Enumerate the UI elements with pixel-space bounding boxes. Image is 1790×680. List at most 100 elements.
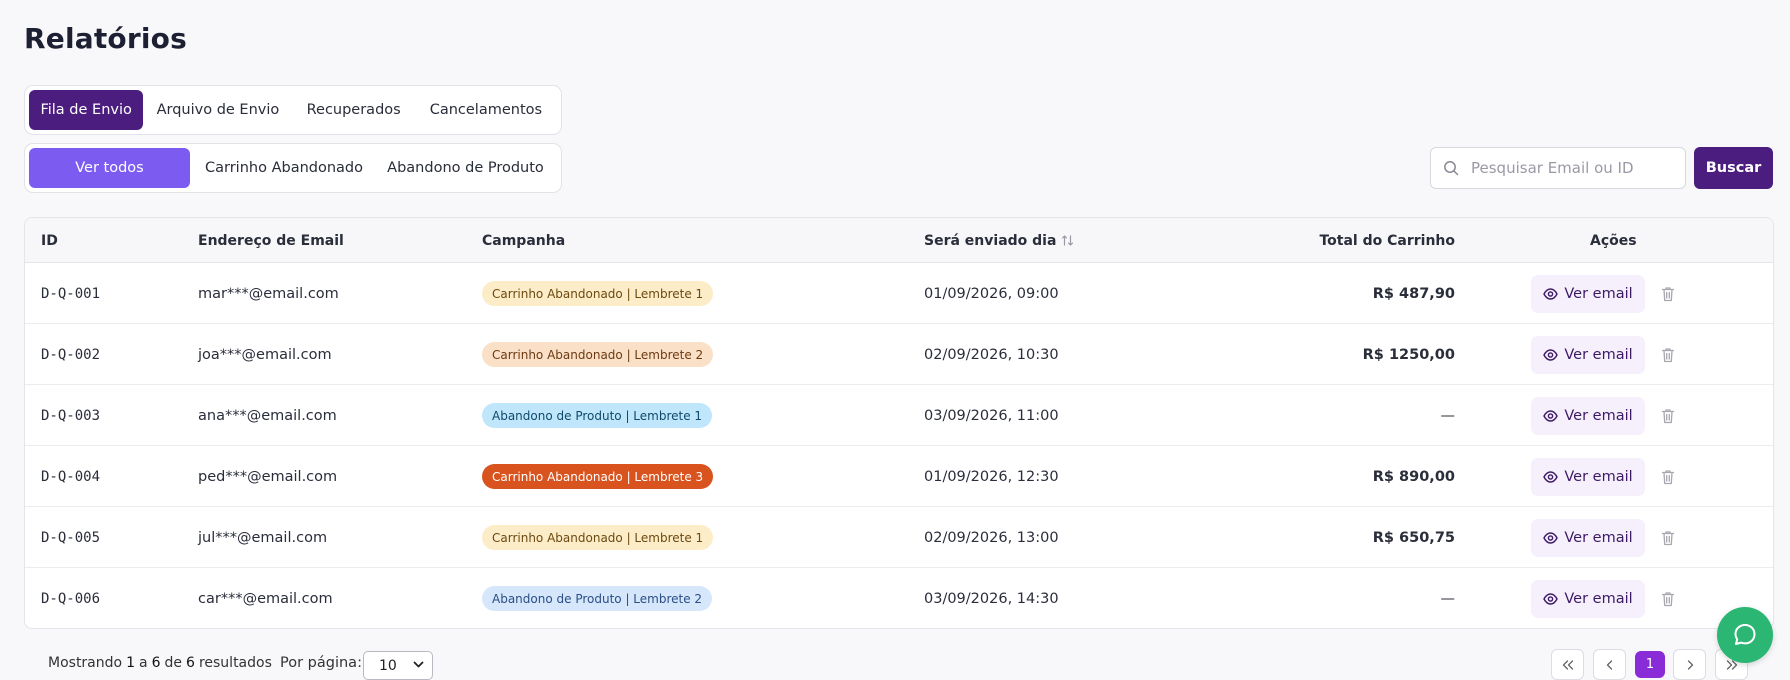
row-campaign: Abandono de Produto | Lembrete 2 — [482, 568, 713, 628]
row-campaign: Carrinho Abandonado | Lembrete 1 — [482, 263, 714, 324]
table-row: D-Q-002 joa***@email.com Carrinho Abandona… — [25, 324, 1773, 385]
filter-abandono-de-produto[interactable]: Abandono de Produto — [378, 148, 553, 188]
trash-icon — [1661, 591, 1675, 607]
row-actions: Ver email — [1531, 507, 1645, 568]
per-page-label: Por página: — [280, 655, 362, 671]
reports-table: ID Endereço de Email Campanha Será envia… — [24, 217, 1774, 629]
eye-icon — [1543, 348, 1559, 361]
table-row: D-Q-001 mar***@email.com Carrinho Abandona… — [25, 263, 1773, 324]
row-send-date: 01/09/2026, 09:00 — [924, 285, 1059, 302]
eye-icon — [1543, 592, 1559, 605]
delete-button[interactable] — [1661, 446, 1675, 507]
tab-recuperados[interactable]: Recuperados — [293, 90, 415, 130]
view-email-button[interactable]: Ver email — [1531, 396, 1645, 435]
showing-to-word: a — [139, 655, 148, 671]
tab-cancelamentos[interactable]: Cancelamentos — [415, 90, 557, 130]
row-id: D-Q-001 — [41, 285, 101, 302]
filter-ver-todos[interactable]: Ver todos — [29, 148, 190, 188]
page-button-current[interactable]: 1 — [1635, 651, 1665, 678]
showing-suffix: resultados — [198, 655, 272, 671]
row-campaign: Carrinho Abandonado | Lembrete 1 — [482, 507, 714, 568]
search-icon — [1431, 160, 1471, 176]
view-email-button[interactable]: Ver email — [1531, 274, 1645, 313]
search-field[interactable] — [1430, 147, 1686, 189]
view-email-button[interactable]: Ver email — [1531, 457, 1645, 496]
trash-icon — [1661, 286, 1675, 302]
eye-icon — [1543, 531, 1559, 544]
first-page-button[interactable] — [1551, 649, 1584, 680]
row-email: ana***@email.com — [198, 407, 337, 424]
view-email-label: Ver email — [1564, 407, 1633, 424]
trash-icon — [1661, 469, 1675, 485]
delete-button[interactable] — [1661, 568, 1675, 628]
delete-button[interactable] — [1661, 507, 1675, 568]
delete-button[interactable] — [1661, 263, 1675, 324]
view-email-label: Ver email — [1564, 285, 1633, 302]
header-actions: Ações — [1590, 232, 1637, 249]
row-actions: Ver email — [1531, 324, 1645, 385]
row-campaign: Carrinho Abandonado | Lembrete 2 — [482, 324, 714, 385]
row-campaign: Abandono de Produto | Lembrete 1 — [482, 385, 713, 446]
row-cart-total: R$ 1250,00 — [1362, 346, 1455, 363]
row-cart-total: R$ 650,75 — [1372, 529, 1455, 546]
delete-button[interactable] — [1661, 324, 1675, 385]
table-row: D-Q-003 ana***@email.com Abandono de Produ… — [25, 385, 1773, 446]
sort-icon[interactable] — [1061, 234, 1074, 247]
view-email-button[interactable]: Ver email — [1531, 335, 1645, 374]
next-page-button[interactable] — [1673, 649, 1706, 680]
eye-icon — [1543, 287, 1559, 300]
row-send-date: 03/09/2026, 11:00 — [924, 407, 1059, 424]
row-send-date: 01/09/2026, 12:30 — [924, 468, 1059, 485]
view-email-label: Ver email — [1564, 590, 1633, 607]
row-cart-total: — — [1440, 590, 1456, 607]
view-email-label: Ver email — [1564, 346, 1633, 363]
tab-arquivo-de-envio[interactable]: Arquivo de Envio — [143, 90, 292, 130]
header-send-date[interactable]: Será enviado dia — [924, 218, 1074, 263]
row-email: car***@email.com — [198, 590, 333, 607]
row-cart-total: R$ 487,90 — [1372, 285, 1455, 302]
prev-page-button[interactable] — [1593, 649, 1626, 680]
per-page-value: 10 — [379, 657, 397, 674]
delete-button[interactable] — [1661, 385, 1675, 446]
table-header: ID Endereço de Email Campanha Será envia… — [25, 218, 1773, 263]
filter-carrinho-abandonado[interactable]: Carrinho Abandonado — [190, 148, 378, 188]
row-send-date: 02/09/2026, 10:30 — [924, 346, 1059, 363]
row-email: ped***@email.com — [198, 468, 338, 485]
row-id: D-Q-006 — [41, 590, 101, 607]
campaign-badge: Carrinho Abandonado | Lembrete 1 — [482, 525, 714, 550]
chevron-right-icon — [1686, 659, 1694, 670]
header-email: Endereço de Email — [198, 232, 344, 249]
row-email: mar***@email.com — [198, 285, 339, 302]
row-actions: Ver email — [1531, 385, 1645, 446]
search-button[interactable]: Buscar — [1694, 147, 1773, 189]
row-actions: Ver email — [1531, 263, 1645, 324]
pagination-summary: Mostrando 1 a 6 de 6 resultados — [48, 655, 272, 671]
row-id: D-Q-002 — [41, 346, 101, 363]
table-row: D-Q-005 jul***@email.com Carrinho Abandona… — [25, 507, 1773, 568]
tab-fila-de-envio[interactable]: Fila de Envio — [29, 90, 144, 130]
trash-icon — [1661, 408, 1675, 424]
campaign-badge: Carrinho Abandonado | Lembrete 3 — [482, 464, 714, 489]
row-cart-total: R$ 890,00 — [1372, 468, 1455, 485]
header-campaign: Campanha — [482, 232, 566, 249]
row-id: D-Q-005 — [41, 529, 101, 546]
per-page-select[interactable]: 10 — [363, 651, 433, 680]
view-email-button[interactable]: Ver email — [1531, 579, 1645, 618]
chat-button[interactable] — [1717, 607, 1773, 663]
primary-tabs: Fila de Envio Arquivo de Envio Recuperad… — [24, 85, 562, 135]
row-id: D-Q-003 — [41, 407, 101, 424]
showing-from: 1 — [126, 655, 136, 671]
row-send-date: 02/09/2026, 13:00 — [924, 529, 1059, 546]
header-cart-total: Total do Carrinho — [1319, 232, 1455, 249]
table-row: D-Q-004 ped***@email.com Carrinho Abandona… — [25, 446, 1773, 507]
eye-icon — [1543, 409, 1559, 422]
campaign-badge: Abandono de Produto | Lembrete 2 — [482, 586, 713, 611]
campaign-badge: Carrinho Abandonado | Lembrete 1 — [482, 281, 714, 306]
view-email-button[interactable]: Ver email — [1531, 518, 1645, 557]
row-cart-total: — — [1440, 407, 1456, 424]
campaign-badge: Abandono de Produto | Lembrete 1 — [482, 403, 713, 428]
search-input[interactable] — [1471, 159, 1671, 177]
row-campaign: Carrinho Abandonado | Lembrete 3 — [482, 446, 714, 507]
row-actions: Ver email — [1531, 568, 1645, 628]
header-id: ID — [41, 232, 58, 249]
